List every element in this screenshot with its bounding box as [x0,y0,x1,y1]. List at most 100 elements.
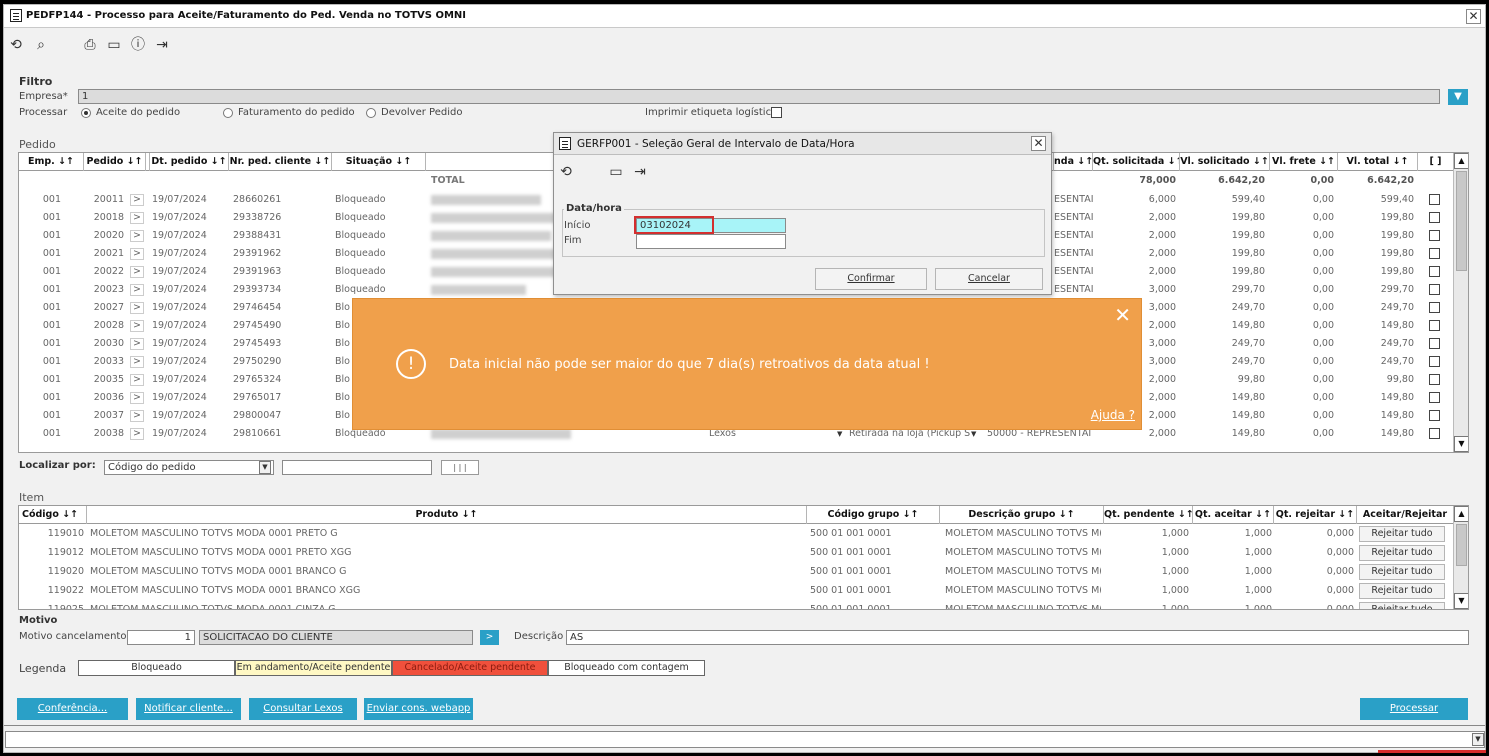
row-checkbox[interactable] [1429,230,1440,241]
row-checkbox[interactable] [1429,248,1440,259]
pedido-scrollbar[interactable]: ▲ ▼ [1453,153,1468,452]
row-checkbox[interactable] [1429,392,1440,403]
conferencia-button[interactable]: Conferência... [17,698,128,720]
expand-icon[interactable]: > [130,356,144,368]
expand-icon[interactable]: > [130,248,144,260]
rejeitar-tudo-button[interactable]: Rejeitar tudo [1359,526,1445,542]
localizar-input[interactable] [282,460,432,475]
scroll-thumb[interactable] [1456,524,1467,566]
scroll-down-icon[interactable]: ▼ [1454,593,1468,609]
enviar-webapp-button[interactable]: Enviar cons. webapp [364,698,473,720]
expand-icon[interactable]: > [130,392,144,404]
col-nr-ped-cliente[interactable]: Nr. ped. cliente ↓↑ [229,153,332,171]
localizar-nav-buttons[interactable]: | | | [441,460,479,475]
toast-close-button[interactable]: ✕ [1114,304,1131,326]
item-row[interactable]: 119025 MOLETOM MASCULINO TOTVS MODA 0001 … [19,601,1468,609]
expand-icon[interactable]: > [130,194,144,206]
col-emp[interactable]: Emp. ↓↑ [19,153,84,171]
expand-icon[interactable]: > [130,302,144,314]
col-qt-pendente[interactable]: Qt. pendente ↓↑ [1104,506,1193,524]
col-select-all[interactable]: [ ] [1418,153,1453,171]
row-checkbox[interactable] [1429,320,1440,331]
item-row[interactable]: 119020 MOLETOM MASCULINO TOTVS MODA 0001 … [19,563,1468,581]
row-checkbox[interactable] [1429,194,1440,205]
expand-icon[interactable]: > [130,428,144,440]
item-row[interactable]: 119022 MOLETOM MASCULINO TOTVS MODA 0001 … [19,582,1468,600]
descricao-input[interactable]: AS [566,630,1469,645]
col-representante[interactable]: nda ↓↑ [1054,153,1093,171]
calendar-icon[interactable]: ▭ [606,163,626,181]
exit-icon[interactable]: ⇥ [630,163,650,181]
status-combo[interactable] [5,731,1485,748]
scroll-up-icon[interactable]: ▲ [1454,506,1468,522]
help-icon[interactable]: ⓘ [128,36,148,54]
search-icon[interactable]: ⌕ [31,36,51,54]
window-close-button[interactable]: ✕ [1466,9,1481,24]
expand-icon[interactable]: > [130,284,144,296]
motivo-code-input[interactable]: 1 [127,630,195,645]
motivo-lookup-button[interactable]: > [480,630,499,645]
col-vl-total[interactable]: Vl. total ↓↑ [1338,153,1418,171]
col-qt-aceitar[interactable]: Qt. aceitar ↓↑ [1193,506,1274,524]
col-dt-pedido[interactable]: Dt. pedido ↓↑ [150,153,229,171]
radio-devolver[interactable] [366,108,376,118]
rejeitar-tudo-button[interactable]: Rejeitar tudo [1359,602,1445,609]
imprimir-checkbox[interactable] [771,107,782,118]
fim-input[interactable] [636,234,786,249]
col-situacao[interactable]: Situação ↓↑ [332,153,426,171]
item-row[interactable]: 119012 MOLETOM MASCULINO TOTVS MODA 0001 … [19,544,1468,562]
rejeitar-tudo-button[interactable]: Rejeitar tudo [1359,545,1445,561]
scroll-up-icon[interactable]: ▲ [1454,153,1468,169]
row-checkbox[interactable] [1429,356,1440,367]
empresa-input[interactable]: 1 [78,89,1440,104]
print-icon[interactable]: ⎙ [80,36,100,54]
localizar-select[interactable]: Código do pedido [104,460,274,475]
confirmar-button[interactable]: Confirmar [815,268,927,290]
processar-button[interactable]: Processar [1360,698,1468,720]
col-qt-solicitada[interactable]: Qt. solicitada ↓↑ [1093,153,1180,171]
col-vl-solicitado[interactable]: Vl. solicitado ↓↑ [1180,153,1270,171]
row-checkbox[interactable] [1429,338,1440,349]
row-checkbox[interactable] [1429,212,1440,223]
item-row[interactable]: 119010 MOLETOM MASCULINO TOTVS MODA 0001 … [19,525,1468,543]
col-codigo-grupo[interactable]: Código grupo ↓↑ [807,506,940,524]
ajuda-link[interactable]: Ajuda ? [1091,408,1135,422]
chevron-down-icon[interactable]: ▼ [259,461,271,474]
scroll-thumb[interactable] [1456,171,1467,271]
dialog-close-button[interactable]: ✕ [1031,136,1046,151]
row-checkbox[interactable] [1429,428,1440,439]
expand-icon[interactable]: > [130,230,144,242]
expand-icon[interactable]: > [130,320,144,332]
refresh-icon[interactable]: ⟲ [556,163,576,181]
notificar-cliente-button[interactable]: Notificar cliente... [136,698,241,720]
expand-icon[interactable]: > [130,266,144,278]
exit-icon[interactable]: ⇥ [152,36,172,54]
row-checkbox[interactable] [1429,302,1440,313]
col-qt-rejeitar[interactable]: Qt. rejeitar ↓↑ [1274,506,1357,524]
col-vl-frete[interactable]: Vl. frete ↓↑ [1270,153,1338,171]
row-checkbox[interactable] [1429,266,1440,277]
calendar-icon[interactable]: ▭ [104,36,124,54]
col-codigo[interactable]: Código ↓↑ [19,506,87,524]
expand-icon[interactable]: > [130,410,144,422]
chevron-down-icon[interactable]: ▼ [1472,733,1484,746]
expand-icon[interactable]: > [130,212,144,224]
expand-icon[interactable]: > [130,374,144,386]
row-checkbox[interactable] [1429,374,1440,385]
expand-icon[interactable]: > [130,338,144,350]
col-aceitar-rejeitar[interactable]: Aceitar/Rejeitar [1357,506,1453,524]
refresh-icon[interactable]: ⟲ [6,36,26,54]
col-produto[interactable]: Produto ↓↑ [87,506,807,524]
cancelar-button[interactable]: Cancelar [935,268,1043,290]
radio-aceite[interactable] [81,108,91,118]
rejeitar-tudo-button[interactable]: Rejeitar tudo [1359,564,1445,580]
col-descricao-grupo[interactable]: Descrição grupo ↓↑ [940,506,1104,524]
item-scrollbar[interactable]: ▲ ▼ [1453,506,1468,609]
row-checkbox[interactable] [1429,284,1440,295]
scroll-down-icon[interactable]: ▼ [1454,436,1468,452]
filter-icon[interactable]: ▼ [1448,89,1468,105]
col-pedido[interactable]: Pedido ↓↑ [84,153,146,171]
consultar-lexos-button[interactable]: Consultar Lexos [249,698,357,720]
rejeitar-tudo-button[interactable]: Rejeitar tudo [1359,583,1445,599]
radio-faturamento[interactable] [223,108,233,118]
